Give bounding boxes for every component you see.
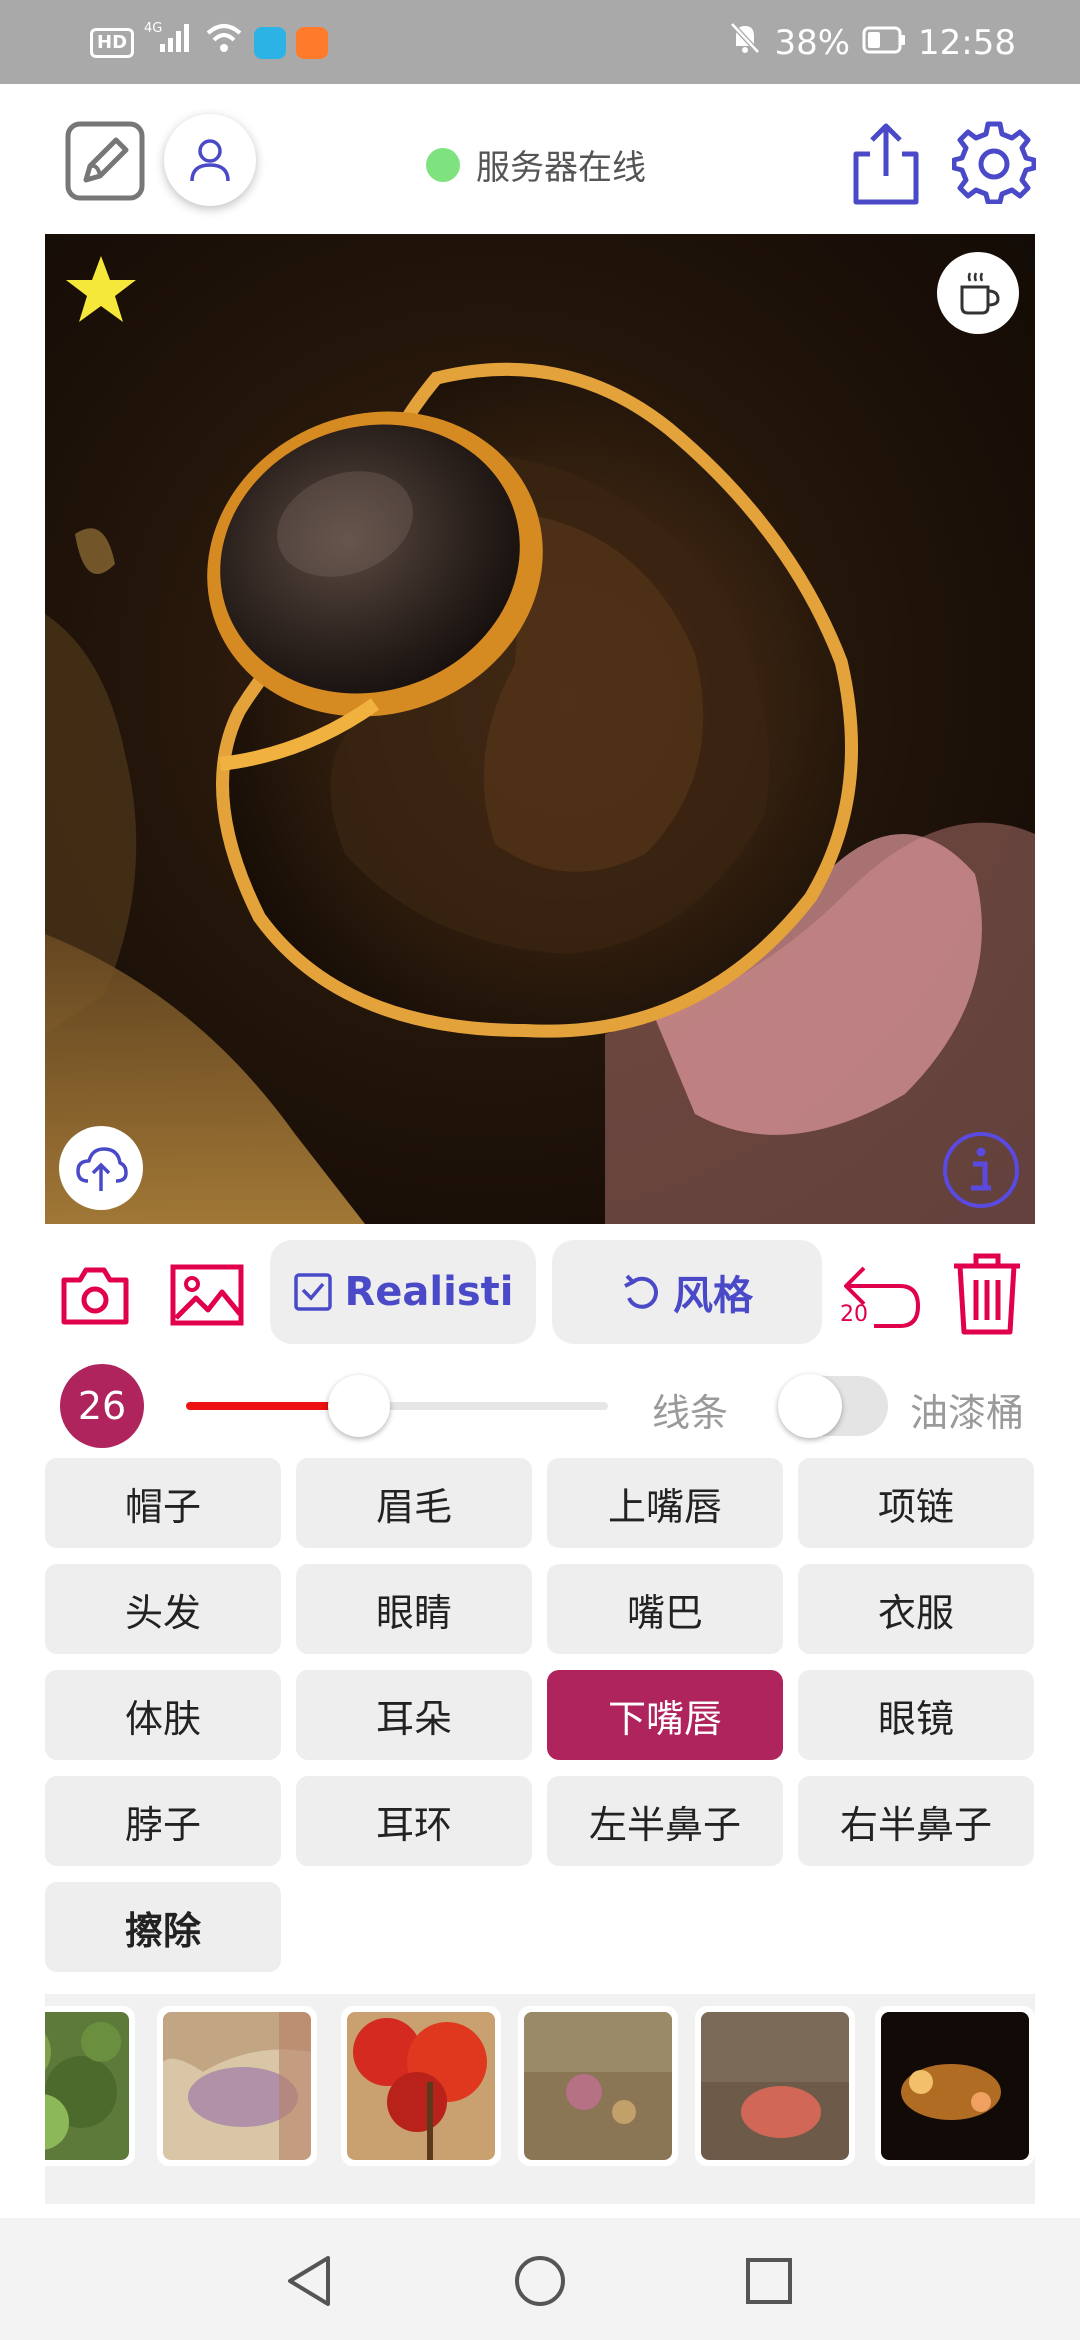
generated-image — [45, 234, 1035, 1224]
part-chip[interactable]: 左半鼻子 — [547, 1776, 783, 1866]
home-circle-icon — [515, 2256, 565, 2306]
slider-thumb[interactable] — [328, 1375, 391, 1437]
model-label: Realisti — [344, 1269, 514, 1315]
drawing-canvas[interactable] — [45, 234, 1035, 1224]
nav-recents-button[interactable] — [740, 2252, 798, 2310]
back-triangle-icon — [288, 2256, 330, 2306]
camera-button[interactable] — [60, 1266, 130, 1326]
part-chip[interactable]: 嘴巴 — [547, 1564, 783, 1654]
coffee-button[interactable] — [937, 252, 1019, 334]
battery-percent: 38% — [774, 22, 851, 63]
bucket-label: 油漆桶 — [910, 1391, 1025, 1435]
info-button[interactable] — [941, 1130, 1021, 1210]
part-chip[interactable]: 眼睛 — [296, 1564, 532, 1654]
upload-button[interactable] — [59, 1126, 143, 1210]
style-preview — [881, 2012, 1029, 2160]
gallery-button[interactable] — [170, 1264, 244, 1326]
share-icon — [853, 123, 919, 205]
coffee-cup-icon — [960, 272, 1000, 315]
status-left: HD 4G — [90, 20, 329, 65]
wifi-icon — [204, 21, 244, 64]
share-button[interactable] — [846, 118, 926, 208]
style-preview — [163, 2012, 311, 2160]
edit-button[interactable] — [64, 120, 146, 202]
toggle-knob — [778, 1374, 842, 1438]
star-icon — [66, 256, 136, 322]
style-thumb[interactable] — [45, 2006, 135, 2166]
style-preview — [701, 2012, 849, 2160]
server-status: 服务器在线 — [426, 140, 646, 189]
hd-badge: HD — [90, 27, 135, 58]
part-chip[interactable]: 眉毛 — [296, 1458, 532, 1548]
style-button[interactable]: 风格 — [552, 1240, 822, 1344]
camera-icon — [61, 1267, 129, 1325]
part-chip[interactable]: 擦除 — [45, 1882, 281, 1972]
gear-icon — [951, 121, 1037, 205]
style-thumb[interactable] — [518, 2006, 678, 2166]
style-thumb[interactable] — [695, 2006, 855, 2166]
network-type: 4G — [144, 21, 162, 36]
info-icon — [943, 1132, 1019, 1208]
server-status-label: 服务器在线 — [476, 148, 646, 188]
model-select-button[interactable]: Realisti — [270, 1240, 536, 1344]
settings-button[interactable] — [951, 120, 1037, 205]
refresh-icon — [624, 1274, 658, 1309]
style-preview — [45, 2012, 129, 2160]
part-chip[interactable]: 上嘴唇 — [547, 1458, 783, 1548]
brush-size-slider[interactable] — [186, 1375, 608, 1437]
edit-icon — [65, 121, 145, 201]
recents-square-icon — [746, 2258, 792, 2304]
style-thumb[interactable] — [341, 2006, 501, 2166]
part-chip[interactable]: 项链 — [798, 1458, 1034, 1548]
brush-controls: 26 线条 油漆桶 — [0, 1360, 1080, 1448]
part-chip[interactable]: 右半鼻子 — [798, 1776, 1034, 1866]
bucket-toggle[interactable] — [778, 1374, 888, 1438]
clock: 12:58 — [918, 22, 1016, 63]
toolbar: Realisti 风格 20 — [0, 1236, 1080, 1346]
user-icon — [190, 139, 230, 182]
part-chip[interactable]: 体肤 — [45, 1670, 281, 1760]
part-chip[interactable]: 帽子 — [45, 1458, 281, 1548]
part-selector: 帽子 眉毛 上嘴唇 项链头发 眼睛 嘴巴 衣服体肤 耳朵 下嘴唇 眼镜脖子 耳环 左半鼻子 右半鼻子擦除 — [45, 1458, 1035, 1972]
mute-bell-icon — [728, 20, 762, 65]
brush-size-badge: 26 — [60, 1364, 144, 1448]
favorite-button[interactable] — [63, 252, 139, 328]
undo-count: 20 — [840, 1302, 868, 1327]
nav-home-button[interactable] — [511, 2252, 569, 2310]
signal-icon: 4G — [144, 20, 194, 65]
style-thumbnails[interactable] — [45, 1994, 1035, 2204]
app-header: 服务器在线 — [0, 84, 1080, 234]
part-chip[interactable]: 脖子 — [45, 1776, 281, 1866]
video-app-icon — [296, 26, 329, 59]
style-preview — [347, 2012, 495, 2160]
style-preview — [524, 2012, 672, 2160]
part-chip[interactable]: 耳朵 — [296, 1670, 532, 1760]
system-nav-bar — [0, 2218, 1080, 2340]
battery-icon — [862, 23, 906, 63]
part-chip[interactable]: 衣服 — [798, 1564, 1034, 1654]
line-mode-label: 线条 — [652, 1391, 729, 1435]
style-thumb[interactable] — [157, 2006, 317, 2166]
status-right: 38% 12:58 — [728, 20, 1016, 65]
trash-icon — [954, 1253, 1020, 1335]
style-label: 风格 — [673, 1273, 753, 1319]
part-chip[interactable]: 头发 — [45, 1564, 281, 1654]
part-chip[interactable]: 耳环 — [296, 1776, 532, 1866]
cloud-upload-icon — [76, 1147, 128, 1191]
style-thumb[interactable] — [875, 2006, 1035, 2166]
part-chip[interactable]: 眼镜 — [798, 1670, 1034, 1760]
delete-button[interactable] — [950, 1252, 1024, 1336]
nav-back-button[interactable] — [280, 2252, 338, 2310]
checkbox-icon — [293, 1273, 332, 1311]
status-dot-icon — [426, 147, 460, 182]
reader-app-icon — [254, 26, 287, 59]
image-icon — [170, 1264, 244, 1326]
profile-button[interactable] — [164, 114, 256, 206]
status-bar: HD 4G 38% 12:58 — [0, 0, 1080, 84]
part-chip[interactable]: 下嘴唇 — [547, 1670, 783, 1760]
